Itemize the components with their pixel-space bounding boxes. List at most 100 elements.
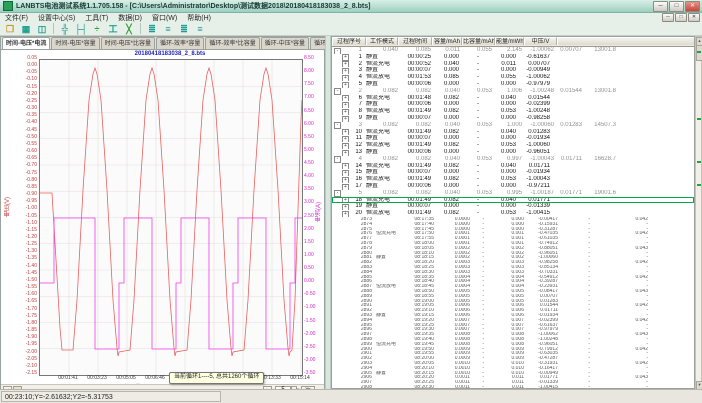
list-view-icon[interactable]: ≣ [145,23,159,35]
left-axis-label: 电压(V) [3,197,12,217]
column-header-8[interactable] [557,37,695,45]
column-header-5[interactable]: 比容量/mAh/g [462,37,495,45]
step-row[interactable]: +12恒流放电00:01:490.082-0.053-1.00060 [332,142,695,149]
step-number: 8 [332,108,362,115]
step-row[interactable]: +19静置00:00:070.000-0.000-0.01339 [332,203,695,210]
divide-icon[interactable]: ÷ [90,23,104,35]
step-row[interactable]: +14恒流充电00:01:490.082-0.0400.01711 [332,163,695,170]
left-axis-tick: -0.05 [15,70,37,75]
left-axis-tick: -0.45 [15,128,37,133]
chart-title: 20180418183038_2_8.bts [39,51,301,57]
column-header-2[interactable]: 工作模式 [366,37,398,45]
menu-文件F[interactable]: 文件(F) [0,15,33,22]
right-axis-tick: 1.00 [304,253,326,258]
clear-icon[interactable]: ╳ [122,23,136,35]
column-header-4[interactable]: 容量/mAh [432,37,462,45]
chart-tab-bar: 时间-电压*电流时间-电压*容量时间-电压*比容量循环-效率*容量循环-效率*比… [1,37,324,50]
step-row[interactable]: +2恒流充电00:00:520.040-0.0110.00707 [332,61,695,68]
step-row[interactable]: +3静置00:00:070.000-0.000-0.00949 [332,67,695,74]
summary-view-icon[interactable]: ≡ [161,23,175,35]
scrollbar-thumb[interactable] [696,45,702,61]
menu-窗口W[interactable]: 窗口(W) [147,15,182,22]
step-row[interactable]: +20恒流放电00:01:490.082-0.053-1.00415 [332,210,695,217]
tab-4[interactable]: 循环-效率*容量 [156,37,204,49]
column-header-1[interactable]: 过程序号 [332,37,366,45]
step-number: 4 [332,74,362,81]
mid-voltage-value: -0.98258 [498,115,550,122]
column-header-7[interactable]: 中压/V [524,37,557,45]
menu-帮助H[interactable]: 帮助(H) [182,15,216,22]
column-header-6[interactable]: 能量/mWh [495,37,524,45]
step-row[interactable]: +9静置00:00:070.000-0.000-0.98258 [332,115,695,122]
series-电流 [40,218,302,349]
selected-row-highlight[interactable] [332,197,694,204]
range-marker-icon[interactable]: ├┤ [74,23,88,35]
step-row[interactable]: +8恒流放电00:01:490.082-0.053-1.00248 [332,108,695,115]
right-axis-tick: 3.50 [304,187,326,192]
tab-1[interactable]: 时间-电压*电流 [2,37,50,49]
menu-数据D[interactable]: 数据(D) [113,15,147,22]
tab-5[interactable]: 循环-效率*比容量 [205,37,259,49]
mdi-minimize-button[interactable]: ─ [662,13,674,22]
left-axis-tick: -0.20 [15,92,37,97]
tab-2[interactable]: 时间-电压*容量 [51,37,99,49]
right-axis-tick: -1.50 [304,319,326,324]
cycle-summary-row[interactable]: -50.0820.0820.0400.0530.995-1.001870.017… [332,190,695,197]
left-axis-tick: -1.60 [15,292,37,297]
tab-6[interactable]: 循环-中压*容量 [261,37,309,49]
tab-3[interactable]: 时间-电压*比容量 [101,37,155,49]
column-header-3[interactable]: 过程时间 [398,37,432,45]
step-row[interactable]: +4恒流放电00:01:530.085-0.055-1.00062 [332,74,695,81]
step-row[interactable]: +1静置00:00:250.000-0.000-0.61637 [332,54,695,61]
right-axis-label: 电流(A) [314,202,323,222]
mid-voltage-value: 0.00707 [498,61,550,68]
save-icon[interactable]: ▦ [19,23,33,35]
mid-voltage-value: -0.01934 [498,135,550,142]
tool-icon[interactable]: 工 [106,23,120,35]
cycle-summary-row[interactable]: -20.0820.0820.0400.0531.006-1.002480.015… [332,88,695,95]
step-row[interactable]: +10恒流充电00:01:490.082-0.0400.01283 [332,129,695,136]
step-row[interactable]: +17静置00:00:060.000-0.000-0.97211 [332,183,695,190]
right-axis-tick: 4.50 [304,161,326,166]
mid-voltage-value: -0.02399 [498,101,550,108]
mid-voltage-value: -0.00949 [498,67,550,74]
left-axis-tick: 0.00 [15,63,37,68]
mid-voltage-value: -1.00415 [498,210,550,217]
menu-设置中心S[interactable]: 设置中心(S) [33,15,80,22]
crosshair-icon[interactable]: ╬ [58,23,72,35]
toolbar-separator [53,23,54,34]
mid-voltage-value: -0.01339 [498,203,550,210]
detail-view-icon[interactable]: ≣ [177,23,191,35]
mdi-close-button[interactable]: ✕ [688,13,700,22]
chart-plot-area[interactable] [39,59,303,376]
step-row[interactable]: +7静置00:00:060.000-0.000-0.02399 [332,101,695,108]
step-row[interactable]: +6恒流充电00:01:480.082-0.0400.01544 [332,95,695,102]
open-file-icon[interactable]: ❒ [3,23,17,35]
left-axis-tick: -0.80 [15,178,37,183]
close-button[interactable]: ✕ [685,1,700,12]
right-axis-tick: -0.50 [304,292,326,297]
step-row[interactable]: +15静置00:00:070.000-0.000-0.01934 [332,169,695,176]
step-number: 6 [332,95,362,102]
cycle-summary-row[interactable]: -40.0820.0820.0400.0530.997-1.000430.017… [332,156,695,163]
maximize-button[interactable]: □ [669,1,684,12]
step-number: 12 [332,142,362,149]
step-row[interactable]: +5静置00:00:060.000-0.000-0.97979 [332,81,695,88]
step-row[interactable]: +13静置00:00:060.000-0.000-0.96051 [332,149,695,156]
cycle-summary-row[interactable]: -30.0820.0820.0400.0531.000-1.000600.012… [332,122,695,129]
menu-bar: 文件(F)设置中心(S)工具(T)数据(D)窗口(W)帮助(H) ─ □ ✕ [0,13,702,22]
left-axis-tick: -1.05 [15,214,37,219]
cycle-summary-row[interactable]: -10.0400.0850.0110.0552.145-1.000620.007… [332,47,695,54]
table-vertical-scrollbar[interactable]: ▲ ▼ [695,36,702,389]
right-axis-tick: 4.00 [304,174,326,179]
step-row[interactable]: +16恒流放电00:01:490.082-0.053-1.00043 [332,176,695,183]
export-icon[interactable]: ◫ [35,23,49,35]
report-view-icon[interactable]: ≡ [193,23,207,35]
step-row[interactable]: +11静置00:00:070.000-0.000-0.01934 [332,135,695,142]
menu-工具T[interactable]: 工具(T) [80,15,113,22]
left-axis-tick: -0.15 [15,85,37,90]
x-axis-tick: 00:03:23 [83,376,111,381]
mdi-restore-button[interactable]: □ [675,13,687,22]
left-axis-tick: -1.85 [15,328,37,333]
minimize-button[interactable]: ─ [653,1,668,12]
